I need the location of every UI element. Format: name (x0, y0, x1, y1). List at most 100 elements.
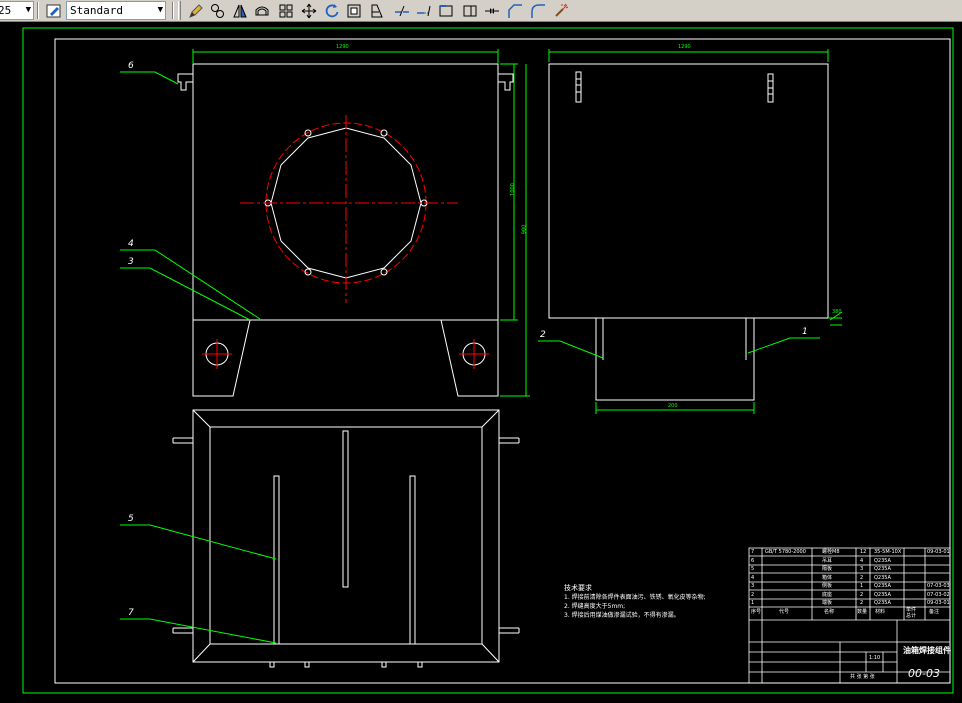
technical-notes: 技术要求 1. 焊接前清除各焊件表面油污、铁锈、氧化皮等杂物; 2. 焊缝高度大… (564, 585, 706, 619)
extend-icon[interactable] (414, 1, 434, 20)
border-frame-inner (54, 38, 951, 684)
top-outer (192, 409, 500, 663)
dimension-text: 1290 (678, 44, 691, 50)
rotate-icon[interactable] (322, 1, 342, 20)
bom-cell-qty: 3 (860, 566, 864, 572)
drawing-number: 00-03 (908, 667, 940, 680)
bom-cell-note: 09-03-01 (927, 549, 950, 555)
fillet-icon[interactable] (528, 1, 548, 20)
bom-header-cell: 名称 (824, 609, 835, 615)
break-icon[interactable] (436, 1, 456, 20)
side-lug-left (575, 71, 582, 103)
sheet-text: 共 张 第 张 (850, 674, 875, 680)
top-view (172, 409, 520, 668)
product-name: 油箱焊接组件 (903, 646, 951, 655)
bom-cell-name: 螺栓M8 (822, 549, 840, 555)
bom-cell-note: 09-03-01 (927, 600, 950, 606)
bom-cell-note: 07-03-02 (927, 592, 950, 598)
part-label: 7 (128, 608, 134, 618)
bom-cell-material: Q235A (874, 558, 891, 564)
bom-cell-name: 侧板 (822, 583, 833, 589)
bom-cell-material: Q235A (874, 592, 891, 598)
pencil-icon[interactable] (186, 1, 206, 20)
bom-cell-material: Q235A (874, 575, 891, 581)
base-leg-left (192, 319, 251, 397)
dimstyle-select[interactable]: 25 ▼ (0, 1, 34, 20)
side-base-inner (602, 318, 747, 360)
leader-5 (120, 524, 277, 560)
bom-cell-qty: 12 (860, 549, 867, 555)
dimension-text: 1290 (336, 44, 349, 50)
notes-line: 2. 焊缝高度大于5mm; (564, 603, 626, 610)
toolbar-grip[interactable] (178, 1, 181, 20)
notes-line: 1. 焊接前清除各焊件表面油污、铁锈、氧化皮等杂物; (564, 594, 706, 601)
move-icon[interactable] (299, 1, 319, 20)
stretch-icon[interactable] (367, 1, 387, 20)
bom-cell-qty: 2 (860, 592, 864, 598)
bottom-studs (269, 662, 423, 668)
bom-cell-no: 1 (751, 600, 755, 606)
dimstyle-value: 25 (0, 4, 12, 17)
explode-icon[interactable] (551, 1, 571, 20)
join-icon[interactable] (460, 1, 480, 20)
top-corner-lines (192, 409, 500, 663)
bom-cell-name: 箱体 (822, 575, 833, 581)
base-leg-right (440, 319, 499, 397)
bom-cell-qty: 1 (860, 583, 864, 589)
bom-cell-no: 4 (751, 575, 755, 581)
border-frame-outer (22, 27, 954, 694)
dimension-text: 1000 (509, 183, 516, 196)
bom-cell-qty: 2 (860, 575, 864, 581)
textstyle-select[interactable]: Standard ▼ (66, 1, 166, 20)
front-view (177, 49, 530, 397)
leader-lines (120, 71, 820, 644)
trim-icon[interactable] (392, 1, 412, 20)
array-icon[interactable] (276, 1, 296, 20)
bom-cell-material: Q235A (874, 566, 891, 572)
text-style-icon[interactable] (44, 1, 64, 20)
bom-header-cell: 总计 (906, 613, 917, 619)
copy-object-icon[interactable] (208, 1, 228, 20)
notes-title: 技术要求 (564, 584, 592, 592)
leader-3 (120, 267, 251, 321)
dimension-text: 380 (832, 309, 842, 315)
dimension-text: 900 (521, 224, 528, 235)
bom-cell-no: 6 (751, 558, 755, 564)
lifting-lug-right (498, 73, 514, 91)
break-at-point-icon[interactable] (482, 1, 502, 20)
side-base (595, 318, 755, 401)
leader-4 (120, 249, 261, 320)
drawing-canvas[interactable]: 6 4 3 5 7 2 1 1290 1000 200 900 1290 380… (0, 22, 962, 703)
side-tank-body (548, 63, 829, 319)
bom-cell-name: 隔板 (822, 566, 833, 572)
bom-cell-no: 7 (751, 549, 755, 555)
modify-toolbar: 25 ▼ Standard ▼ (0, 0, 962, 22)
bom-cell-no: 5 (751, 566, 755, 572)
title-block (748, 547, 951, 684)
lifting-lug-left (177, 73, 193, 91)
cad-drawing[interactable] (0, 22, 962, 703)
side-view (548, 49, 843, 414)
bom-cell-note: 07-03-03 (927, 583, 950, 589)
chevron-down-icon[interactable]: ▼ (26, 2, 31, 19)
bom-cell-qty: 4 (860, 558, 864, 564)
pin-left-top (172, 437, 193, 444)
pin-right-bottom (499, 627, 520, 634)
bom-cell-no: 2 (751, 592, 755, 598)
top-inner (209, 426, 483, 645)
bom-cell-material: Q235A (874, 600, 891, 606)
toolbar-separator (37, 2, 39, 19)
bolt-hole (380, 129, 388, 137)
part-label: 3 (128, 257, 134, 267)
bom-cell-name: 吊耳 (822, 558, 833, 564)
part-label: 5 (128, 514, 134, 524)
mirror-icon[interactable] (230, 1, 250, 20)
baffle-right (409, 475, 416, 645)
bom-header-cell: 数量 (857, 609, 868, 615)
offset-icon[interactable] (252, 1, 272, 20)
chamfer-icon[interactable] (505, 1, 525, 20)
bom-header-cell: 备注 (929, 609, 940, 615)
chevron-down-icon[interactable]: ▼ (158, 2, 163, 19)
scale-icon[interactable] (344, 1, 364, 20)
bom-cell-name: 端板 (822, 600, 833, 606)
